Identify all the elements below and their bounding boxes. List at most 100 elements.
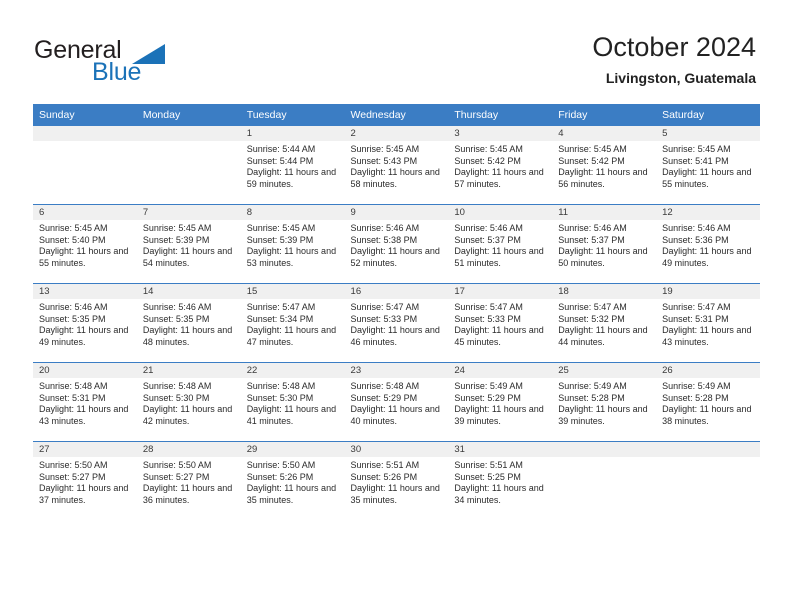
day-number: 18 <box>552 284 657 299</box>
sunrise-text: Sunrise: 5:47 AM <box>246 302 316 312</box>
day-cell-body: Sunrise: 5:50 AM Sunset: 5:27 PM Daylight:… <box>137 457 241 506</box>
sunrise-text: Sunrise: 5:49 AM <box>454 381 523 391</box>
day-cell-body: Sunrise: 5:50 AM Sunset: 5:27 PM Daylight:… <box>33 457 137 506</box>
sunrise-text: Sunrise: 5:50 AM <box>142 460 212 470</box>
calendar-grid: Sunday Monday Tuesday Wednesday Thursday… <box>33 104 760 520</box>
page-title: October 2024 <box>592 32 756 62</box>
calendar-day-cell[interactable]: 29 Sunrise: 5:50 AM Sunset: 5:26 PM Dayligh… <box>240 441 345 520</box>
calendar-day-cell[interactable]: 6 Sunrise: 5:45 AM Sunset: 5:40 PM Daylight… <box>33 204 137 284</box>
sunrise-text: Sunrise: 5:44 AM <box>246 144 316 154</box>
day-number: 29 <box>240 442 345 457</box>
calendar-day-cell[interactable]: 30 Sunrise: 5:51 AM Sunset: 5:26 PM Dayligh… <box>344 441 449 520</box>
calendar-day-cell[interactable]: 17 Sunrise: 5:47 AM Sunset: 5:33 PM Dayligh… <box>448 283 553 363</box>
day-number: 27 <box>33 442 137 457</box>
daylight-text: Daylight: 11 hours and 57 minutes. <box>454 167 544 189</box>
calendar-day-cell[interactable]: 15 Sunrise: 5:47 AM Sunset: 5:34 PM Dayligh… <box>240 283 345 363</box>
day-number: 9 <box>344 205 449 220</box>
sunrise-text: Sunrise: 5:45 AM <box>662 144 731 154</box>
daylight-text: Daylight: 11 hours and 51 minutes. <box>454 246 544 268</box>
day-cell-inner: 26 Sunrise: 5:49 AM Sunset: 5:28 PM Dayligh… <box>656 363 760 441</box>
daylight-text: Daylight: 11 hours and 37 minutes. <box>39 483 129 505</box>
calendar-day-cell[interactable]: 22 Sunrise: 5:48 AM Sunset: 5:30 PM Dayligh… <box>240 362 345 442</box>
weekday-header-friday: Friday <box>552 104 657 126</box>
sunset-text: Sunset: 5:37 PM <box>454 234 521 245</box>
calendar-day-cell[interactable]: 10 Sunrise: 5:46 AM Sunset: 5:37 PM Dayligh… <box>448 204 553 284</box>
calendar-day-cell-empty <box>33 126 137 205</box>
sunset-text: Sunset: 5:30 PM <box>142 392 210 403</box>
calendar-day-cell[interactable]: 13 Sunrise: 5:46 AM Sunset: 5:35 PM Dayligh… <box>33 283 137 363</box>
calendar-day-cell[interactable]: 18 Sunrise: 5:47 AM Sunset: 5:32 PM Dayligh… <box>552 283 657 363</box>
day-cell-inner: 5 Sunrise: 5:45 AM Sunset: 5:41 PM Daylight… <box>656 126 760 204</box>
day-cell-inner: 21 Sunrise: 5:48 AM Sunset: 5:30 PM Dayligh… <box>136 363 241 441</box>
day-cell-body: Sunrise: 5:47 AM Sunset: 5:31 PM Daylight:… <box>656 299 760 348</box>
sunrise-text: Sunrise: 5:45 AM <box>350 144 420 154</box>
calendar-day-cell[interactable]: 25 Sunrise: 5:49 AM Sunset: 5:28 PM Dayligh… <box>552 362 657 442</box>
day-number: 24 <box>448 363 553 378</box>
daylight-text: Daylight: 11 hours and 56 minutes. <box>558 167 648 189</box>
calendar-day-cell[interactable]: 9 Sunrise: 5:46 AM Sunset: 5:38 PM Daylight… <box>344 204 449 284</box>
sunrise-text: Sunrise: 5:49 AM <box>558 381 627 391</box>
sunset-text: Sunset: 5:40 PM <box>39 234 106 245</box>
calendar-day-cell[interactable]: 12 Sunrise: 5:46 AM Sunset: 5:36 PM Dayligh… <box>656 204 760 284</box>
calendar-day-cell[interactable]: 27 Sunrise: 5:50 AM Sunset: 5:27 PM Dayligh… <box>33 441 137 520</box>
day-cell-body: Sunrise: 5:48 AM Sunset: 5:30 PM Daylight:… <box>241 378 345 427</box>
daylight-text: Daylight: 11 hours and 58 minutes. <box>350 167 440 189</box>
calendar-day-cell[interactable]: 11 Sunrise: 5:46 AM Sunset: 5:37 PM Dayligh… <box>552 204 657 284</box>
sunset-text: Sunset: 5:36 PM <box>662 234 729 245</box>
calendar-day-cell[interactable]: 26 Sunrise: 5:49 AM Sunset: 5:28 PM Dayligh… <box>656 362 760 442</box>
day-cell-body: Sunrise: 5:47 AM Sunset: 5:34 PM Daylight:… <box>241 299 345 348</box>
calendar-day-cell[interactable]: 23 Sunrise: 5:48 AM Sunset: 5:29 PM Dayligh… <box>344 362 449 442</box>
sunset-text: Sunset: 5:33 PM <box>454 313 521 324</box>
calendar-day-cell[interactable]: 16 Sunrise: 5:47 AM Sunset: 5:33 PM Dayligh… <box>344 283 449 363</box>
sunrise-text: Sunrise: 5:46 AM <box>39 302 108 312</box>
day-cell-body: Sunrise: 5:46 AM Sunset: 5:38 PM Daylight:… <box>345 220 449 269</box>
day-number <box>136 126 241 141</box>
calendar-day-cell[interactable]: 8 Sunrise: 5:45 AM Sunset: 5:39 PM Daylight… <box>240 204 345 284</box>
day-cell-body: Sunrise: 5:45 AM Sunset: 5:39 PM Daylight:… <box>241 220 345 269</box>
sunrise-text: Sunrise: 5:45 AM <box>558 144 627 154</box>
sunset-text: Sunset: 5:41 PM <box>662 155 729 166</box>
day-number: 3 <box>448 126 553 141</box>
daylight-text: Daylight: 11 hours and 46 minutes. <box>350 325 440 347</box>
brand-logo[interactable]: General Blue <box>34 36 264 92</box>
day-number: 22 <box>240 363 345 378</box>
weekday-header-sunday: Sunday <box>33 104 137 126</box>
calendar-day-cell[interactable]: 5 Sunrise: 5:45 AM Sunset: 5:41 PM Daylight… <box>656 126 760 205</box>
calendar-day-cell[interactable]: 7 Sunrise: 5:45 AM Sunset: 5:39 PM Daylight… <box>136 204 241 284</box>
calendar-day-cell[interactable]: 31 Sunrise: 5:51 AM Sunset: 5:25 PM Dayligh… <box>448 441 553 520</box>
sunset-text: Sunset: 5:31 PM <box>39 392 106 403</box>
daylight-text: Daylight: 11 hours and 43 minutes. <box>39 404 129 426</box>
sunrise-text: Sunrise: 5:45 AM <box>142 223 212 233</box>
day-cell-body: Sunrise: 5:46 AM Sunset: 5:37 PM Daylight:… <box>552 220 656 269</box>
calendar-day-cell[interactable]: 28 Sunrise: 5:50 AM Sunset: 5:27 PM Dayligh… <box>136 441 241 520</box>
day-cell-inner: 31 Sunrise: 5:51 AM Sunset: 5:25 PM Dayligh… <box>448 442 553 520</box>
calendar-day-cell[interactable]: 24 Sunrise: 5:49 AM Sunset: 5:29 PM Dayligh… <box>448 362 553 442</box>
day-cell-body: Sunrise: 5:49 AM Sunset: 5:28 PM Daylight:… <box>656 378 760 427</box>
calendar-day-cell[interactable]: 14 Sunrise: 5:46 AM Sunset: 5:35 PM Dayligh… <box>136 283 241 363</box>
day-cell-inner: 20 Sunrise: 5:48 AM Sunset: 5:31 PM Dayligh… <box>33 363 137 441</box>
day-number: 11 <box>552 205 657 220</box>
day-number: 4 <box>552 126 657 141</box>
sunrise-text: Sunrise: 5:50 AM <box>246 460 316 470</box>
day-cell-body <box>656 457 760 460</box>
day-number: 14 <box>136 284 241 299</box>
sunrise-text: Sunrise: 5:47 AM <box>350 302 420 312</box>
calendar-day-cell[interactable]: 1 Sunrise: 5:44 AM Sunset: 5:44 PM Daylight… <box>240 126 345 205</box>
day-cell-inner <box>136 126 241 204</box>
day-cell-inner: 4 Sunrise: 5:45 AM Sunset: 5:42 PM Daylight… <box>552 126 657 204</box>
calendar-day-cell[interactable]: 3 Sunrise: 5:45 AM Sunset: 5:42 PM Daylight… <box>448 126 553 205</box>
calendar-day-cell[interactable]: 21 Sunrise: 5:48 AM Sunset: 5:30 PM Dayligh… <box>136 362 241 442</box>
sunset-text: Sunset: 5:35 PM <box>142 313 210 324</box>
sunrise-text: Sunrise: 5:50 AM <box>39 460 108 470</box>
day-cell-body: Sunrise: 5:46 AM Sunset: 5:35 PM Daylight:… <box>137 299 241 348</box>
day-cell-inner <box>656 442 760 520</box>
calendar-day-cell[interactable]: 2 Sunrise: 5:45 AM Sunset: 5:43 PM Daylight… <box>344 126 449 205</box>
day-cell-body: Sunrise: 5:44 AM Sunset: 5:44 PM Daylight:… <box>241 141 345 190</box>
calendar-day-cell[interactable]: 19 Sunrise: 5:47 AM Sunset: 5:31 PM Dayligh… <box>656 283 760 363</box>
calendar-day-cell[interactable]: 20 Sunrise: 5:48 AM Sunset: 5:31 PM Dayligh… <box>33 362 137 442</box>
calendar-day-cell[interactable]: 4 Sunrise: 5:45 AM Sunset: 5:42 PM Daylight… <box>552 126 657 205</box>
day-cell-body <box>33 141 137 144</box>
daylight-text: Daylight: 11 hours and 54 minutes. <box>142 246 233 268</box>
calendar-day-cell-empty <box>136 126 241 205</box>
day-number: 1 <box>240 126 345 141</box>
